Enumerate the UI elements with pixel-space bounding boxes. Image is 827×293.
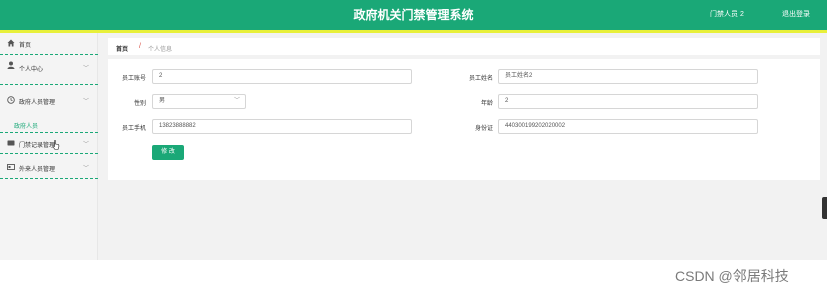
submit-button[interactable]: 修 改 bbox=[152, 145, 184, 160]
user-icon bbox=[7, 61, 15, 69]
employee-no-input[interactable]: 2 bbox=[152, 69, 412, 84]
phone-input[interactable]: 13823888882 bbox=[152, 119, 412, 134]
home-icon bbox=[7, 39, 15, 47]
employee-name-input[interactable]: 员工姓名2 bbox=[498, 69, 758, 84]
breadcrumb-separator: / bbox=[139, 43, 141, 50]
breadcrumb: 首页 / 个人信息 bbox=[108, 38, 820, 55]
logout-link[interactable]: 退出登录 bbox=[782, 9, 810, 19]
watermark: CSDN @邻居科技 bbox=[675, 268, 789, 284]
gender-label: 性别 bbox=[133, 101, 146, 107]
chevron-down-icon: ﹀ bbox=[233, 98, 240, 104]
sidebar-item-label: 政府人员管理 bbox=[19, 100, 56, 106]
chevron-down-icon: ﹀ bbox=[83, 66, 90, 72]
age-label: 年龄 bbox=[480, 101, 493, 107]
employee-no-label: 员工账号 bbox=[121, 76, 146, 82]
sidebar-item-label: 门禁记录管理 bbox=[19, 143, 56, 149]
app-window: 政府机关门禁管理系统 门禁人员 2 退出登录 首页 个人中心 ﹀ 政府人员管理 … bbox=[0, 0, 827, 293]
sidebar-item-visitor-management[interactable]: 外来人员管理 ﹀ bbox=[0, 157, 98, 179]
sidebar-subitem-label: 政府人员 bbox=[14, 124, 39, 130]
clock-icon bbox=[7, 96, 15, 104]
id-card-input[interactable]: 440300199202020002 bbox=[498, 119, 758, 134]
sidebar-item-label: 外来人员管理 bbox=[19, 167, 56, 173]
user-label: 门禁人员 2 bbox=[710, 11, 744, 18]
breadcrumb-current: 个人信息 bbox=[148, 47, 173, 53]
top-header: 政府机关门禁管理系统 门禁人员 2 退出登录 bbox=[0, 0, 827, 30]
chevron-down-icon: ﹀ bbox=[83, 99, 90, 105]
gender-value: 男 bbox=[159, 98, 166, 104]
sidebar-item-home[interactable]: 首页 bbox=[0, 33, 98, 55]
sidebar-item-personal-center[interactable]: 个人中心 ﹀ bbox=[0, 55, 98, 85]
sidebar-item-label: 个人中心 bbox=[19, 67, 44, 73]
age-input[interactable]: 2 bbox=[498, 94, 758, 109]
id-card-label: 身份证 bbox=[474, 126, 493, 132]
chevron-down-icon: ﹀ bbox=[83, 166, 90, 172]
chevron-down-icon: ﹀ bbox=[83, 142, 90, 148]
side-scroll-tab[interactable] bbox=[822, 197, 827, 219]
card-icon bbox=[7, 139, 15, 147]
sidebar: 首页 个人中心 ﹀ 政府人员管理 ﹀ 政府人员 门禁记录管理 ﹀ 外来人员管理 … bbox=[0, 33, 98, 260]
app-title: 政府机关门禁管理系统 bbox=[353, 8, 474, 22]
phone-label: 员工手机 bbox=[121, 126, 146, 132]
breadcrumb-home[interactable]: 首页 bbox=[116, 44, 128, 53]
sidebar-item-access-records[interactable]: 门禁记录管理 ﹀ bbox=[0, 132, 98, 154]
sidebar-subitem-government-staff[interactable]: 政府人员 bbox=[0, 117, 98, 131]
gender-select[interactable]: 男 ﹀ bbox=[152, 94, 246, 109]
sidebar-item-label: 首页 bbox=[19, 43, 32, 49]
employee-name-label: 员工姓名 bbox=[468, 76, 493, 82]
sidebar-item-government-staff[interactable]: 政府人员管理 ﹀ bbox=[0, 90, 98, 112]
hand-cursor-icon bbox=[52, 137, 60, 150]
id-card-icon bbox=[7, 163, 15, 171]
